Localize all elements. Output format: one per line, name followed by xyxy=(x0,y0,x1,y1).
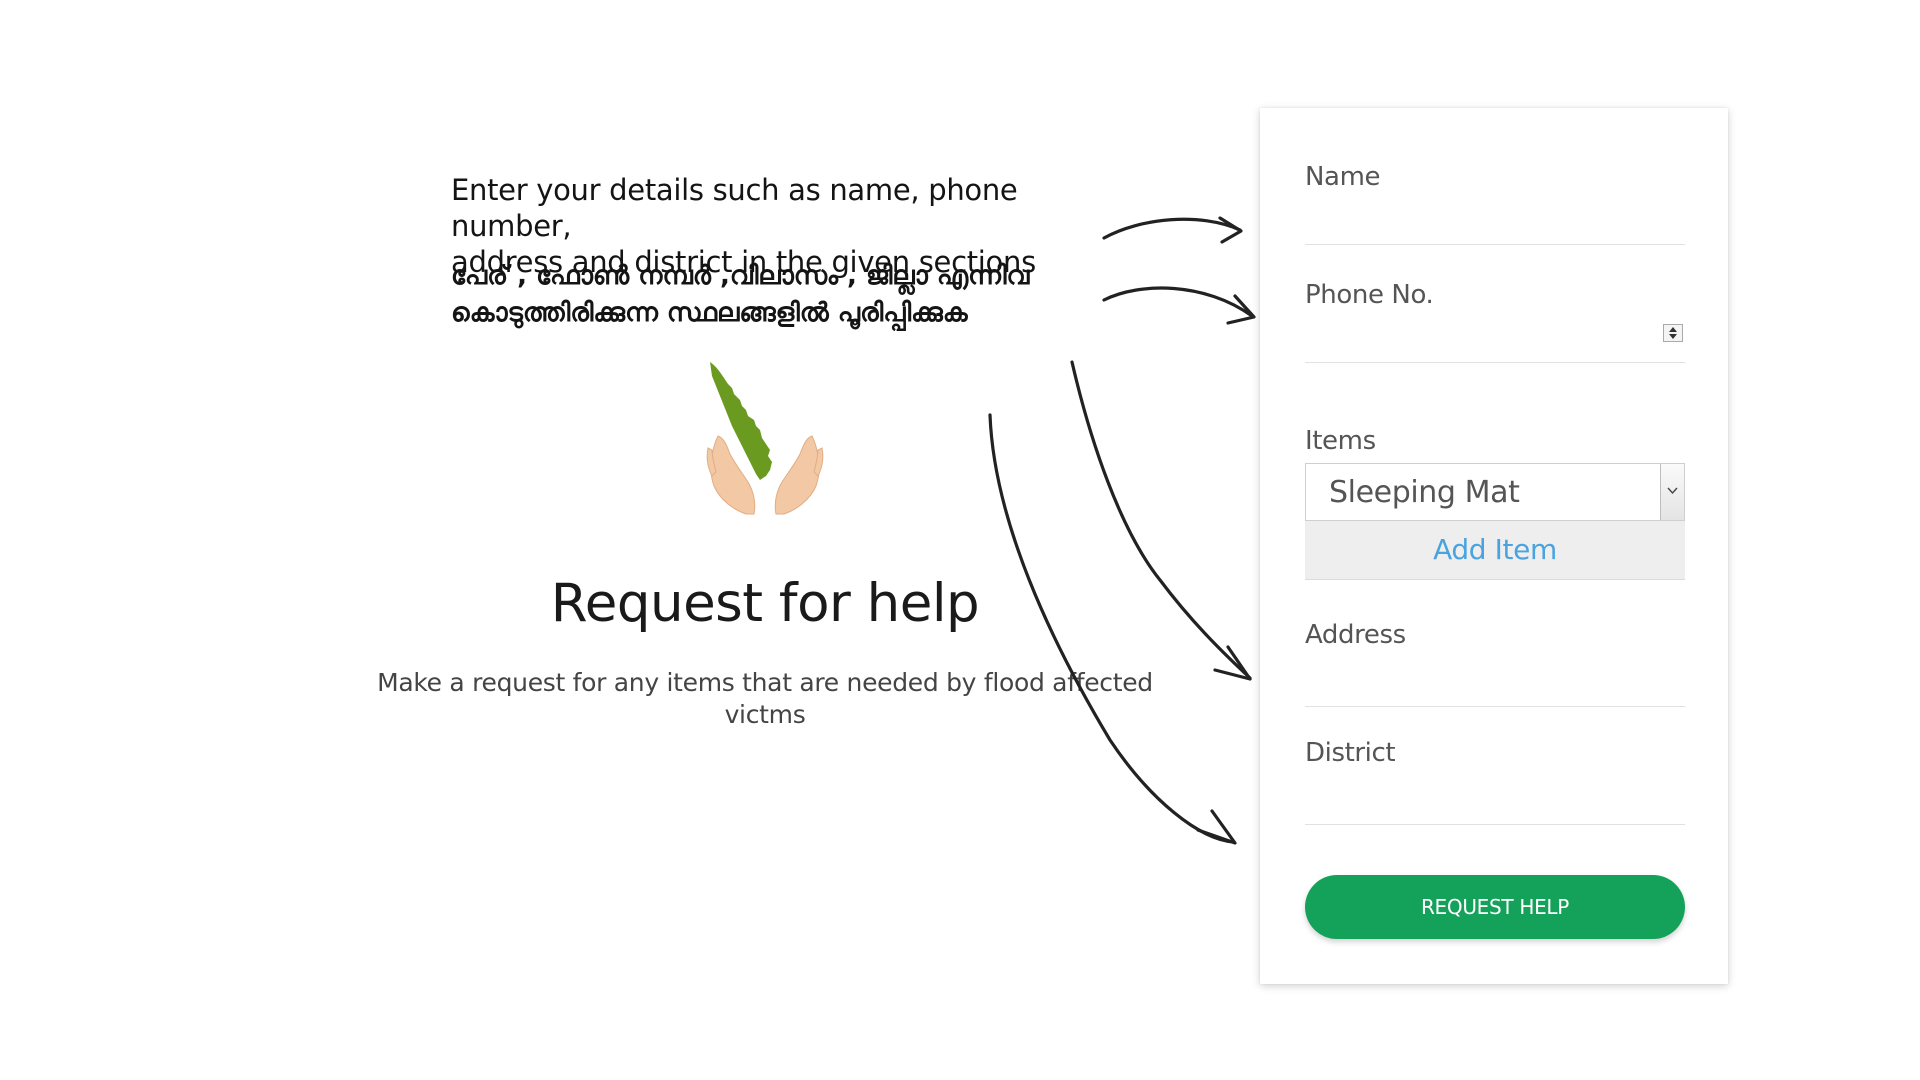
name-label: Name xyxy=(1305,162,1381,192)
phone-input[interactable] xyxy=(1305,318,1689,358)
instruction-english-line1: Enter your details such as name, phone n… xyxy=(451,173,1018,243)
address-input[interactable] xyxy=(1305,662,1689,702)
instruction-malayalam: പേര് , ഫോൺ നമ്പർ ,വിലാസം , ജില്ലാ എന്നിവ… xyxy=(451,258,1111,332)
arrow-to-address-head xyxy=(1213,645,1252,681)
district-input[interactable] xyxy=(1305,780,1689,820)
phone-spinner-icon[interactable] xyxy=(1663,324,1683,342)
items-select[interactable]: Sleeping Mat xyxy=(1305,463,1685,521)
page-title: Request for help xyxy=(550,573,980,634)
spinner-up-icon[interactable] xyxy=(1669,327,1677,332)
items-label: Items xyxy=(1305,426,1376,456)
district-field: District xyxy=(1305,728,1689,825)
arrow-to-district-head xyxy=(1196,809,1237,845)
phone-field: Phone No. xyxy=(1305,266,1689,363)
arrow-to-phone xyxy=(1102,286,1254,318)
instruction-malayalam-line2: കൊടുത്തിരിക്കുന്ന സ്ഥലങ്ങളിൽ പൂരിപ്പിക്ക… xyxy=(451,298,968,328)
name-input[interactable] xyxy=(1305,200,1689,240)
address-label: Address xyxy=(1305,620,1406,650)
arrow-to-address xyxy=(1070,360,1252,680)
request-form-card: Name Phone No. Items Sleeping Mat Add It… xyxy=(1260,108,1728,984)
request-help-button[interactable]: REQUEST HELP xyxy=(1305,875,1685,939)
kerala-in-hands-icon xyxy=(706,362,824,515)
page-subtitle: Make a request for any items that are ne… xyxy=(377,668,1153,729)
page: Enter your details such as name, phone n… xyxy=(0,0,1920,1080)
arrow-to-phone-head xyxy=(1226,294,1256,325)
district-label: District xyxy=(1305,738,1396,768)
address-field: Address xyxy=(1305,610,1689,707)
phone-label: Phone No. xyxy=(1305,280,1434,310)
items-selected-value: Sleeping Mat xyxy=(1329,475,1520,510)
name-field: Name xyxy=(1305,148,1689,245)
arrow-to-name xyxy=(1102,217,1242,240)
spinner-down-icon[interactable] xyxy=(1669,334,1677,339)
instruction-malayalam-line1: പേര് , ഫോൺ നമ്പർ ,വിലാസം , ജില്ലാ എന്നിവ xyxy=(451,261,1030,291)
add-item-button[interactable]: Add Item xyxy=(1305,521,1685,580)
chevron-down-icon[interactable] xyxy=(1660,464,1684,520)
arrow-to-name-head xyxy=(1218,216,1243,244)
